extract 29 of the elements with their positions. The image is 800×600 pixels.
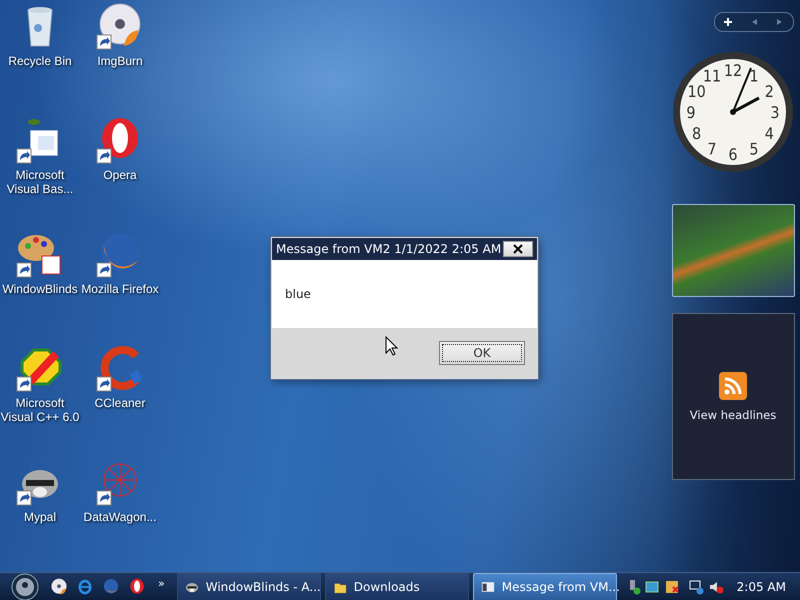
icon-label: Opera bbox=[103, 168, 137, 182]
clock-numeral: 2 bbox=[764, 82, 774, 101]
icon-label: Microsoft Visual C++ 6.0 bbox=[0, 396, 80, 424]
clock-numeral: 9 bbox=[686, 103, 696, 122]
clock-numeral: 3 bbox=[770, 103, 780, 122]
clock-numeral: 6 bbox=[728, 145, 738, 164]
clock-numeral: 7 bbox=[707, 139, 717, 158]
taskbar-clock[interactable]: 2:05 AM bbox=[736, 580, 786, 594]
icon-label: CCleaner bbox=[94, 396, 146, 410]
window-title: Message from VM2 1/1/2022 2:05 AM bbox=[276, 242, 502, 256]
icon-label: WindowBlinds bbox=[2, 282, 78, 296]
more-chevron[interactable]: » bbox=[158, 577, 165, 590]
icon-label: DataWagon... bbox=[84, 510, 156, 524]
view-headlines-link[interactable]: View headlines bbox=[690, 408, 776, 422]
clock-numeral: 12 bbox=[724, 61, 742, 80]
icon-label: Mypal bbox=[24, 510, 56, 524]
clock-numeral: 5 bbox=[749, 139, 759, 158]
message-text: blue bbox=[285, 287, 311, 301]
ok-button[interactable]: OK bbox=[439, 341, 525, 365]
taskbar-button[interactable]: WindowBlinds - A... bbox=[176, 573, 321, 600]
icon-label: ImgBurn bbox=[97, 54, 143, 68]
clock-numeral: 1 bbox=[749, 66, 759, 86]
icon-label: Mozilla Firefox bbox=[81, 282, 159, 296]
taskbar-button[interactable]: Downloads bbox=[324, 573, 469, 600]
icon-label: Recycle Bin bbox=[8, 54, 72, 68]
clock-numeral: 4 bbox=[764, 124, 774, 143]
icon-label: Microsoft Visual Bas... bbox=[6, 168, 74, 196]
taskbar-button[interactable]: Message from VM... bbox=[472, 573, 617, 600]
clock-numeral: 8 bbox=[692, 124, 702, 143]
